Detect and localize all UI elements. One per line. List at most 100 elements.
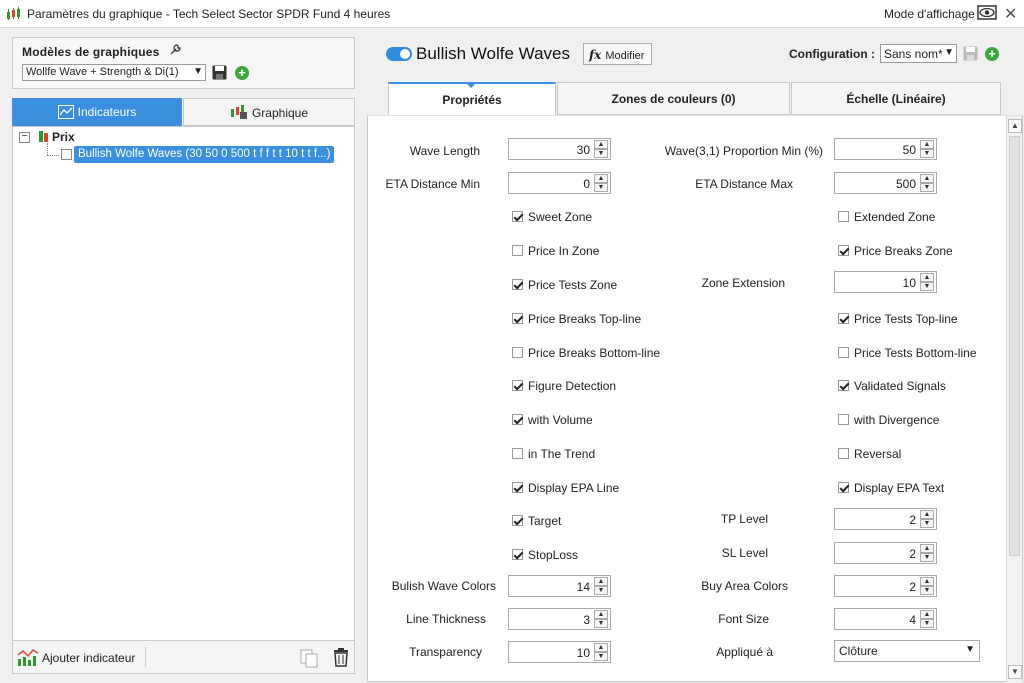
checkbox-box[interactable] [838,414,849,425]
target-checkbox[interactable]: Target [512,514,561,528]
price-breaks-bottom-checkbox[interactable]: Price Breaks Bottom-line [512,346,660,360]
checkbox-box[interactable] [512,448,523,459]
increment-icon[interactable]: ▲ [594,610,608,619]
increment-icon[interactable]: ▲ [920,510,934,519]
display-epa-line-checkbox[interactable]: Display EPA Line [512,481,619,495]
decrement-icon[interactable]: ▼ [594,619,608,628]
price-breaks-zone-checkbox[interactable]: Price Breaks Zone [838,244,953,258]
increment-icon[interactable]: ▲ [920,174,934,183]
wave-length-spinner[interactable]: 30 ▲ ▼ [508,138,611,160]
zone-extension-value[interactable]: 10 [903,276,916,290]
increment-icon[interactable]: ▲ [594,577,608,586]
eta-min-spinner[interactable]: 0 ▲ ▼ [508,172,611,194]
increment-icon[interactable]: ▲ [594,643,608,652]
eta-min-value[interactable]: 0 [583,177,590,191]
scroll-thumb[interactable] [1009,136,1020,556]
display-mode-label[interactable]: Mode d'affichage [884,7,975,21]
tp-level-value[interactable]: 2 [909,513,916,527]
with-volume-checkbox[interactable]: with Volume [512,413,593,427]
zone-extension-spinner[interactable]: 10 ▲ ▼ [834,271,937,293]
checkbox-box[interactable] [512,515,523,526]
buy-area-colors-spinner[interactable]: 2 ▲ ▼ [834,575,937,597]
wave-proportion-value[interactable]: 50 [903,143,916,157]
increment-icon[interactable]: ▲ [920,140,934,149]
decrement-icon[interactable]: ▼ [920,519,934,528]
decrement-icon[interactable]: ▼ [920,183,934,192]
extended-zone-checkbox[interactable]: Extended Zone [838,210,935,224]
decrement-icon[interactable]: ▼ [920,586,934,595]
price-tests-top-checkbox[interactable]: Price Tests Top-line [838,312,958,326]
wrench-icon[interactable] [168,43,182,57]
checkbox-box[interactable] [838,313,849,324]
wave-length-value[interactable]: 30 [577,143,590,157]
decrement-icon[interactable]: ▼ [594,183,608,192]
increment-icon[interactable]: ▲ [594,140,608,149]
increment-icon[interactable]: ▲ [594,174,608,183]
decrement-icon[interactable]: ▼ [920,619,934,628]
tab-color-zones[interactable]: Zones de couleurs (0) [557,82,790,115]
in-trend-checkbox[interactable]: in The Trend [512,447,595,461]
save-config-icon[interactable] [963,46,978,61]
font-size-value[interactable]: 4 [909,613,916,627]
checkbox-box[interactable] [838,211,849,222]
checkbox-box[interactable] [512,211,523,222]
checkbox-box[interactable] [512,549,523,560]
scroll-down-icon[interactable]: ▼ [1008,665,1022,679]
tab-indicators[interactable]: Indicateurs [12,98,182,126]
stoploss-checkbox[interactable]: StopLoss [512,548,578,562]
validated-signals-checkbox[interactable]: Validated Signals [838,379,946,393]
checkbox-box[interactable] [838,448,849,459]
add-indicator-icon[interactable] [17,647,39,667]
copy-icon[interactable] [299,648,319,668]
configuration-select[interactable]: Sans nom* ▼ [880,44,957,63]
add-config-button[interactable]: + [985,47,999,61]
wave-proportion-spinner[interactable]: 50 ▲ ▼ [834,138,937,160]
with-divergence-checkbox[interactable]: with Divergence [838,413,939,427]
close-icon[interactable]: ✕ [1004,4,1017,24]
checkbox-box[interactable] [512,347,523,358]
font-size-spinner[interactable]: 4 ▲ ▼ [834,608,937,630]
increment-icon[interactable]: ▲ [920,577,934,586]
decrement-icon[interactable]: ▼ [920,282,934,291]
tab-properties[interactable]: Propriétés [388,82,556,115]
trash-icon[interactable] [332,647,350,667]
checkbox-box[interactable] [512,380,523,391]
eta-max-spinner[interactable]: 500 ▲ ▼ [834,172,937,194]
add-indicator-button[interactable]: Ajouter indicateur [42,651,135,665]
sl-level-spinner[interactable]: 2 ▲ ▼ [834,542,937,564]
price-tests-zone-checkbox[interactable]: Price Tests Zone [512,278,617,292]
line-thickness-value[interactable]: 3 [583,613,590,627]
checkbox-box[interactable] [838,482,849,493]
tab-scale[interactable]: Échelle (Linéaire) [791,82,1001,115]
decrement-icon[interactable]: ▼ [594,652,608,661]
tp-level-spinner[interactable]: 2 ▲ ▼ [834,508,937,530]
modify-button[interactable]: fx Modifier [583,43,652,65]
checkbox-box[interactable] [512,482,523,493]
reversal-checkbox[interactable]: Reversal [838,447,901,461]
checkbox-box[interactable] [838,380,849,391]
save-icon[interactable] [212,65,227,80]
indicator-enable-toggle[interactable] [386,47,412,61]
increment-icon[interactable]: ▲ [920,273,934,282]
decrement-icon[interactable]: ▼ [920,149,934,158]
tree-root-label[interactable]: Prix [52,130,75,144]
checkbox-box[interactable] [512,414,523,425]
decrement-icon[interactable]: ▼ [594,149,608,158]
checkbox-box[interactable] [838,347,849,358]
checkbox-box[interactable] [512,245,523,256]
tab-chart[interactable]: Graphique [183,98,355,126]
checkbox-box[interactable] [512,313,523,324]
chart-model-select[interactable]: Wollfe Wave + Strength & Di(1) ▼ [22,64,206,81]
display-epa-text-checkbox[interactable]: Display EPA Text [838,481,944,495]
transparency-value[interactable]: 10 [577,646,590,660]
decrement-icon[interactable]: ▼ [594,586,608,595]
checkbox-box[interactable] [838,245,849,256]
applied-to-select[interactable]: Clôture ▼ [834,640,980,662]
buy-area-colors-value[interactable]: 2 [909,580,916,594]
properties-scrollbar[interactable]: ▲ ▼ [1006,116,1022,682]
increment-icon[interactable]: ▲ [920,610,934,619]
line-thickness-spinner[interactable]: 3 ▲ ▼ [508,608,611,630]
decrement-icon[interactable]: ▼ [920,553,934,562]
sl-level-value[interactable]: 2 [909,547,916,561]
price-breaks-top-checkbox[interactable]: Price Breaks Top-line [512,312,641,326]
